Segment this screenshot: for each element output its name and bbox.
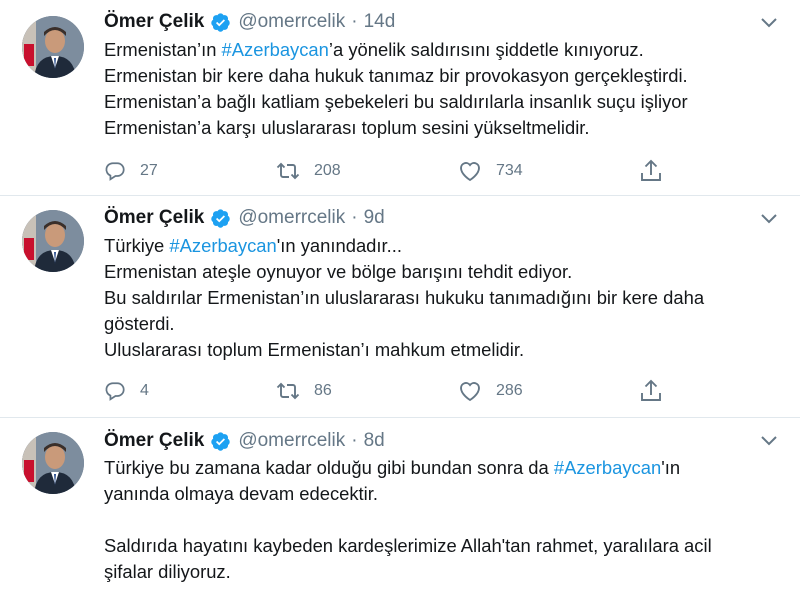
hashtag-link[interactable]: #Azerbaycan (222, 39, 329, 60)
tweet-timestamp[interactable]: 9d (364, 207, 385, 229)
tweet-text-line: gösterdi. (104, 313, 175, 334)
avatar[interactable] (22, 432, 84, 494)
tweet-text-line: Saldırıda hayatını kaybeden kardeşlerimi… (104, 535, 712, 556)
retweet-icon (276, 160, 300, 182)
tweet-text: Türkiye #Azerbaycan'ın yanındadır... Erm… (104, 233, 780, 363)
verified-badge-icon (210, 12, 231, 33)
heart-icon (458, 160, 482, 182)
tweet-text-line: Ermenistan’ın #Azerbaycan’a yönelik sald… (104, 39, 644, 60)
tweet[interactable]: Ömer Çelik @omerrcelik · 14d Ermenistan’… (0, 0, 800, 196)
reply-count: 4 (140, 382, 149, 399)
reply-icon (104, 380, 126, 402)
author-handle[interactable]: @omerrcelik (238, 11, 345, 33)
retweet-button[interactable]: 208 (276, 158, 341, 184)
avatar[interactable] (22, 210, 84, 272)
separator-dot: · (351, 11, 358, 32)
tweet-header: Ömer Çelik @omerrcelik · 14d (104, 10, 395, 34)
share-button[interactable] (640, 158, 662, 184)
share-icon (640, 379, 662, 403)
tweet-text: Ermenistan’ın #Azerbaycan’a yönelik sald… (104, 37, 780, 141)
tweet-actions: 27 208 734 (104, 158, 684, 184)
tweet-text-line: Ermenistan’a karşı uluslararası toplum s… (104, 117, 590, 138)
reply-button[interactable]: 4 (104, 378, 149, 404)
like-count: 734 (496, 162, 523, 179)
tweet-text-line: Türkiye #Azerbaycan'ın yanındadır... (104, 235, 402, 256)
tweet-actions: 4 86 286 (104, 378, 684, 404)
hashtag-link[interactable]: #Azerbaycan (554, 457, 661, 478)
reply-button[interactable]: 27 (104, 158, 158, 184)
tweet-header: Ömer Çelik @omerrcelik · 8d (104, 429, 385, 453)
avatar[interactable] (22, 16, 84, 78)
tweet-text-line: Bu saldırılar Ermenistan’ın uluslararası… (104, 287, 705, 308)
author-handle[interactable]: @omerrcelik (238, 430, 345, 452)
author-name[interactable]: Ömer Çelik (104, 430, 204, 452)
retweet-button[interactable]: 86 (276, 378, 332, 404)
tweet-text-line: Ermenistan’a bağlı katliam şebekeleri bu… (104, 91, 688, 112)
author-handle[interactable]: @omerrcelik (238, 207, 345, 229)
tweet-text-line: şifalar diliyoruz. (104, 561, 231, 582)
retweet-count: 208 (314, 162, 341, 179)
chevron-down-icon[interactable] (760, 434, 778, 446)
share-button[interactable] (640, 378, 662, 404)
retweet-icon (276, 380, 300, 402)
verified-badge-icon (210, 431, 231, 452)
hashtag-link[interactable]: #Azerbaycan (169, 235, 276, 256)
chevron-down-icon[interactable] (760, 16, 778, 28)
tweet-text-line: yanında olmaya devam edecektir. (104, 483, 378, 504)
tweet-text-line: Ermenistan ateşle oynuyor ve bölge barış… (104, 261, 573, 282)
share-icon (640, 159, 662, 183)
author-name[interactable]: Ömer Çelik (104, 11, 204, 33)
verified-badge-icon (210, 208, 231, 229)
tweet-text-line: Ermenistan bir kere daha hukuk tanımaz b… (104, 65, 688, 86)
reply-icon (104, 160, 126, 182)
like-count: 286 (496, 382, 523, 399)
author-name[interactable]: Ömer Çelik (104, 207, 204, 229)
heart-icon (458, 380, 482, 402)
tweet-timestamp[interactable]: 8d (364, 430, 385, 452)
tweet[interactable]: Ömer Çelik @omerrcelik · 9d Türkiye #Aze… (0, 196, 800, 418)
tweet-text: Türkiye bu zamana kadar olduğu gibi bund… (104, 455, 780, 585)
tweet[interactable]: Ömer Çelik @omerrcelik · 8d Türkiye bu z… (0, 418, 800, 612)
reply-count: 27 (140, 162, 158, 179)
chevron-down-icon[interactable] (760, 212, 778, 224)
tweet-text-line: Uluslararası toplum Ermenistan’ı mahkum … (104, 339, 525, 360)
retweet-count: 86 (314, 382, 332, 399)
separator-dot: · (351, 207, 358, 228)
like-button[interactable]: 286 (458, 378, 523, 404)
like-button[interactable]: 734 (458, 158, 523, 184)
tweet-timestamp[interactable]: 14d (364, 11, 396, 33)
tweet-header: Ömer Çelik @omerrcelik · 9d (104, 206, 385, 230)
tweet-text-line: Türkiye bu zamana kadar olduğu gibi bund… (104, 457, 681, 478)
separator-dot: · (351, 430, 358, 451)
